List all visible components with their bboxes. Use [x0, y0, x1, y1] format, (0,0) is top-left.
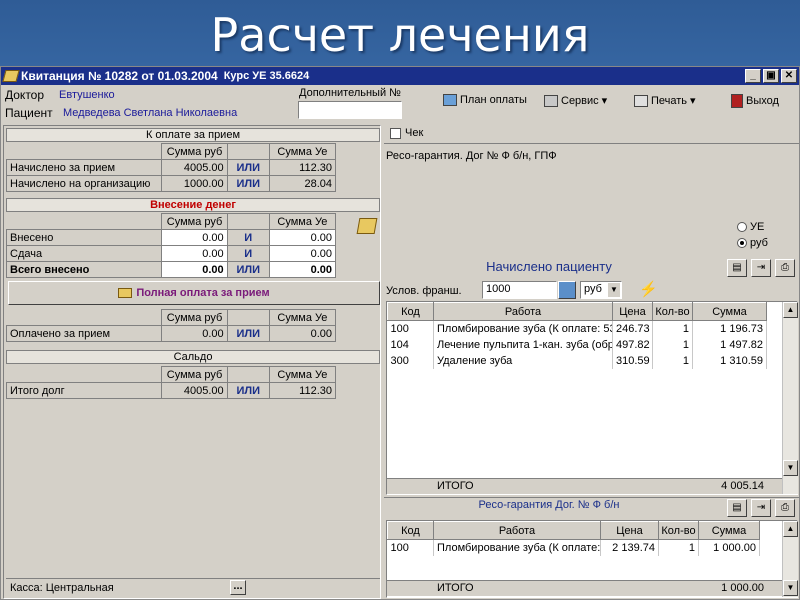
receipt-icon	[2, 70, 20, 82]
franchise-currency-select[interactable]: руб ▼	[580, 281, 622, 299]
charged-table: Код Работа Цена Кол-во Сумма 100 Пломбир…	[387, 302, 767, 369]
balance-table: Сумма руб Сумма Уе Итого долг 4005.00 ИЛ…	[5, 366, 337, 399]
exit-button[interactable]: Выход	[731, 94, 779, 108]
printer-icon	[634, 94, 648, 107]
insurer-total: 1 000.00	[721, 582, 764, 594]
chevron-down-icon: ▾	[601, 95, 608, 107]
doctor-label: Доктор	[5, 88, 45, 102]
service-icon	[544, 94, 558, 107]
services-panel: Чек Ресо-гарантия. Дог № Ф б/н, ГПФ УЕ р…	[384, 125, 799, 599]
table-row: Сдача 0.00 И 0.00	[5, 245, 337, 262]
col-ue: Сумма Уе	[268, 143, 337, 160]
cash-label: Касса:	[10, 582, 43, 594]
chevron-down-icon: ▾	[690, 95, 696, 107]
table-row: Начислено на организацию 1000.00 ИЛИ 28.…	[5, 175, 337, 192]
franchise-input[interactable]: 1000	[482, 281, 557, 299]
table-row: Оплачено за прием 0.00 ИЛИ 0.00	[5, 325, 337, 342]
receipt-window: Квитанция № 10282 от 01.03.2004 Курс УЕ …	[0, 66, 800, 600]
printer-icon[interactable]: ⎙	[775, 499, 795, 517]
receipt-checkbox[interactable]: Чек	[390, 127, 423, 139]
radio-ue[interactable]: УЕ	[737, 219, 768, 235]
scroll-down-icon[interactable]: ▼	[783, 460, 798, 476]
charged-total: 4 005.14	[721, 480, 764, 492]
extra-number-input[interactable]	[298, 101, 402, 119]
exchange-rate: Курс УЕ 35.6624	[223, 70, 310, 82]
scrollbar[interactable]: ▲ ▼	[782, 302, 798, 494]
col-rub: Сумма руб	[161, 143, 228, 160]
scrollbar[interactable]: ▲ ▼	[782, 521, 798, 597]
change-ue-input[interactable]: 0.00	[268, 245, 337, 262]
scroll-up-icon[interactable]: ▲	[783, 521, 798, 537]
doctor-name: Евтушенко	[59, 89, 115, 101]
charged-list: Код Работа Цена Кол-во Сумма 100 Пломбир…	[386, 301, 798, 495]
charged-title: Начислено пациенту	[486, 259, 612, 274]
table-row[interactable]: 300 Удаление зуба 310.59 1 1 310.59	[387, 352, 767, 369]
franchise-label: Услов. франш.	[386, 285, 462, 297]
cash-select-button[interactable]: ...	[230, 580, 246, 595]
restore-button[interactable]: ▣	[763, 69, 779, 83]
scroll-down-icon[interactable]: ▼	[783, 580, 798, 596]
deposit-table: Сумма руб Сумма Уе Внесено 0.00 И 0.00 С…	[5, 213, 337, 278]
close-button[interactable]: ✕	[781, 69, 797, 83]
insurer-total-row: ИТОГО 1 000.00	[387, 580, 782, 596]
patient-label: Пациент	[5, 106, 53, 120]
calculator-icon[interactable]	[558, 281, 576, 299]
payable-title: К оплате за прием	[6, 128, 380, 142]
cash-value: Центральная	[45, 582, 114, 594]
scroll-up-icon[interactable]: ▲	[783, 302, 798, 318]
change-rub-input[interactable]: 0.00	[161, 245, 228, 262]
deposited-rub-input[interactable]: 0.00	[161, 229, 228, 246]
service-menu-button[interactable]: Сервис ▾	[544, 94, 607, 107]
header: Доктор Евтушенко Пациент Медведева Светл…	[1, 86, 799, 124]
status-bar: Касса: Центральная ...	[6, 578, 380, 596]
plan-label: План оплаты	[460, 94, 527, 106]
transfer-icon[interactable]: ⇥	[751, 259, 771, 277]
chevron-down-icon: ▼	[608, 283, 620, 297]
payment-panel: К оплате за прием Сумма руб Сумма Уе Нач…	[3, 125, 381, 599]
wallet-icon	[118, 288, 133, 299]
plan-button[interactable]: План оплаты	[443, 94, 527, 106]
table-row[interactable]: 100 Пломбирование зуба (К оплате: 53 246…	[387, 320, 767, 337]
printer-icon[interactable]: ⎙	[775, 259, 795, 277]
payable-table: Сумма руб Сумма Уе Начислено за прием 40…	[5, 143, 337, 192]
table-row[interactable]: 100 Пломбирование зуба (К оплате: 2 139.…	[387, 539, 760, 556]
minimize-button[interactable]: _	[745, 69, 761, 83]
extra-number-label: Дополнительный №	[299, 87, 401, 99]
charged-total-row: ИТОГО 4 005.14	[387, 478, 782, 494]
radio-rub[interactable]: руб	[737, 235, 768, 251]
paid-table: Сумма руб Сумма Уе Оплачено за прием 0.0…	[5, 309, 337, 342]
table-row[interactable]: 104 Лечение пульпита 1-кан. зуба (обр 49…	[387, 336, 767, 353]
print-menu-button[interactable]: Печать ▾	[634, 94, 696, 107]
table-row: Начислено за прием 4005.00 ИЛИ 112.30	[5, 159, 337, 176]
insurer-table: Код Работа Цена Кол-во Сумма 100 Пломбир…	[387, 521, 760, 556]
deposit-title: Внесение денег	[6, 198, 380, 212]
table-row: Всего внесено 0.00 ИЛИ 0.00	[5, 261, 337, 278]
insurer-list: Код Работа Цена Кол-во Сумма 100 Пломбир…	[386, 520, 798, 598]
plan-icon	[443, 94, 457, 106]
currency-radio-group: УЕ руб	[737, 219, 768, 251]
transfer-icon[interactable]: ⇥	[751, 499, 771, 517]
slide-title: Расчет лечения	[210, 8, 590, 62]
copy-icon[interactable]: ▤	[727, 499, 747, 517]
patient-name: Медведева Светлана Николаевна	[63, 107, 238, 119]
full-payment-button[interactable]: Полная оплата за прием	[8, 281, 380, 305]
insurer-title: Ресо-гарантия Дог. № Ф б/н	[478, 499, 620, 511]
table-row: Итого долг 4005.00 ИЛИ 112.30	[5, 382, 337, 399]
table-row: Внесено 0.00 И 0.00	[5, 229, 337, 246]
wallet-icon[interactable]	[356, 218, 378, 234]
copy-icon[interactable]: ▤	[727, 259, 747, 277]
window-title: Квитанция № 10282 от 01.03.2004	[21, 69, 218, 83]
exit-label: Выход	[746, 95, 779, 107]
exit-door-icon	[731, 94, 743, 108]
lightning-icon[interactable]: ⚡	[639, 280, 658, 298]
deposited-ue-input[interactable]: 0.00	[268, 229, 337, 246]
window-titlebar: Квитанция № 10282 от 01.03.2004 Курс УЕ …	[1, 67, 799, 85]
service-label: Сервис	[561, 94, 599, 107]
guarantee-text: Ресо-гарантия. Дог № Ф б/н, ГПФ	[386, 150, 557, 162]
balance-title: Сальдо	[6, 350, 380, 364]
checkbox-box	[390, 127, 401, 139]
print-label: Печать	[651, 94, 688, 107]
